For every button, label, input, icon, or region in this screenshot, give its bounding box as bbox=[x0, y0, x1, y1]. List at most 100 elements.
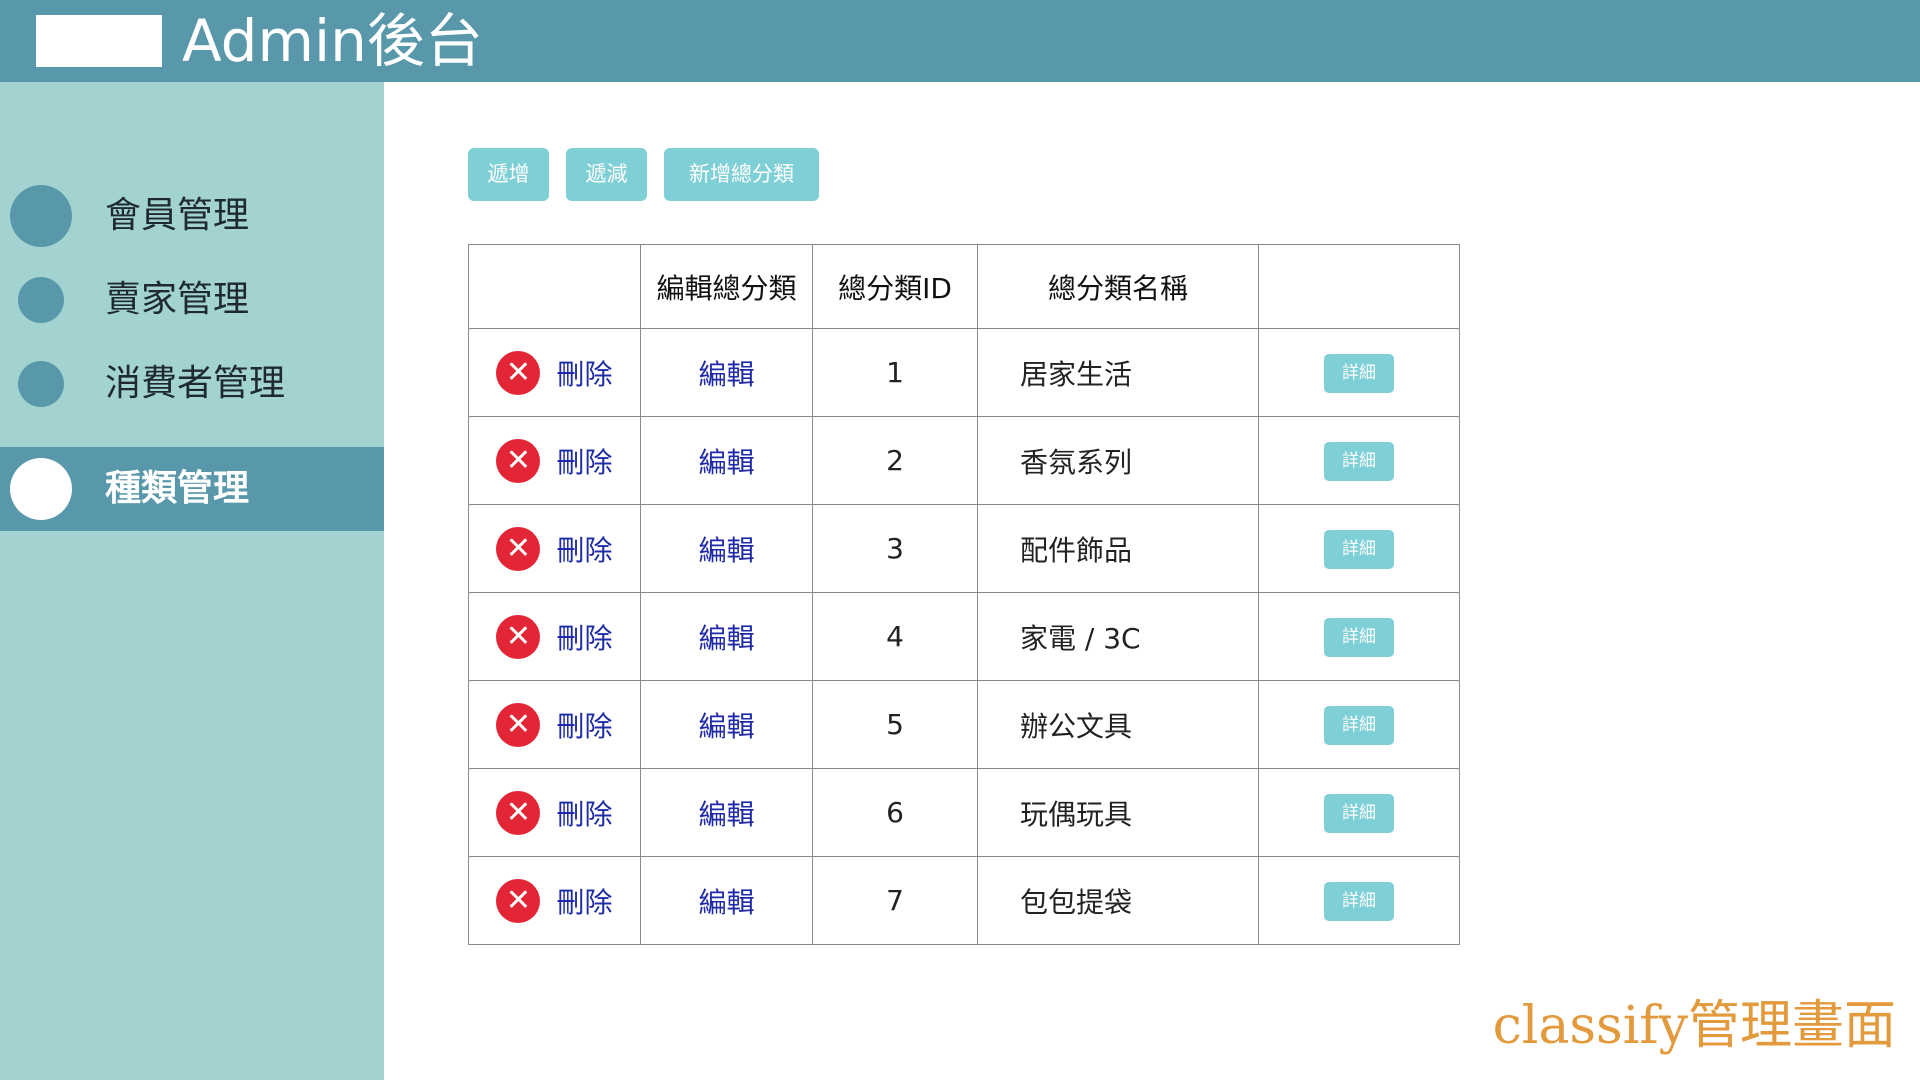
header-edit-category: 編輯總分類 bbox=[640, 244, 813, 329]
detail-button[interactable]: 詳細 bbox=[1324, 442, 1394, 481]
new-category-button[interactable]: 新增總分類 bbox=[664, 148, 819, 201]
sidebar-item-label: 消費者管理 bbox=[105, 363, 286, 404]
edit-link[interactable]: 編輯 bbox=[698, 622, 754, 655]
table-row: ✕ 刪除 編輯 2 香氛系列 詳細 bbox=[468, 416, 1460, 505]
close-circle-icon[interactable]: ✕ bbox=[496, 702, 541, 747]
edit-cell: 編輯 bbox=[640, 680, 813, 769]
detail-cell: 詳細 bbox=[1258, 416, 1460, 505]
table-row: ✕ 刪除 編輯 3 配件飾品 詳細 bbox=[468, 504, 1460, 593]
category-id: 2 bbox=[812, 416, 978, 505]
sidebar-item-members[interactable]: 會員管理 bbox=[0, 174, 384, 258]
detail-cell: 詳細 bbox=[1258, 328, 1460, 417]
category-name: 居家生活 bbox=[977, 328, 1259, 417]
detail-button[interactable]: 詳細 bbox=[1324, 530, 1394, 569]
category-name: 包包提袋 bbox=[977, 856, 1259, 945]
logo[interactable] bbox=[36, 15, 162, 67]
detail-cell: 詳細 bbox=[1258, 592, 1460, 681]
delete-action[interactable]: ✕ 刪除 bbox=[469, 878, 640, 923]
delete-cell: ✕ 刪除 bbox=[468, 416, 641, 505]
delete-link[interactable]: 刪除 bbox=[556, 529, 612, 569]
edit-cell: 編輯 bbox=[640, 504, 813, 593]
category-id: 1 bbox=[812, 328, 978, 417]
delete-link[interactable]: 刪除 bbox=[556, 441, 612, 481]
detail-cell: 詳細 bbox=[1258, 768, 1460, 857]
app-title: Admin後台 bbox=[182, 7, 483, 75]
delete-link[interactable]: 刪除 bbox=[556, 705, 612, 745]
edit-cell: 編輯 bbox=[640, 856, 813, 945]
delete-link[interactable]: 刪除 bbox=[556, 617, 612, 657]
category-id: 4 bbox=[812, 592, 978, 681]
table-row: ✕ 刪除 編輯 1 居家生活 詳細 bbox=[468, 328, 1460, 417]
circle-dot-icon bbox=[10, 185, 72, 247]
header-details bbox=[1258, 244, 1460, 329]
sidebar-item-label: 會員管理 bbox=[105, 195, 250, 236]
delete-action[interactable]: ✕ 刪除 bbox=[469, 790, 640, 835]
category-name: 香氛系列 bbox=[977, 416, 1259, 505]
delete-link[interactable]: 刪除 bbox=[556, 881, 612, 921]
page-caption: classify管理畫面 bbox=[1492, 996, 1896, 1056]
delete-action[interactable]: ✕ 刪除 bbox=[469, 614, 640, 659]
edit-link[interactable]: 編輯 bbox=[698, 446, 754, 479]
delete-cell: ✕ 刪除 bbox=[468, 856, 641, 945]
sidebar-item-label: 種類管理 bbox=[105, 468, 250, 509]
circle-dot-icon bbox=[10, 458, 72, 520]
delete-action[interactable]: ✕ 刪除 bbox=[469, 702, 640, 747]
table-row: ✕ 刪除 編輯 6 玩偶玩具 詳細 bbox=[468, 768, 1460, 857]
sidebar: 會員管理 賣家管理 消費者管理 種類管理 bbox=[0, 82, 384, 1080]
edit-link[interactable]: 編輯 bbox=[698, 798, 754, 831]
delete-cell: ✕ 刪除 bbox=[468, 592, 641, 681]
table-row: ✕ 刪除 編輯 7 包包提袋 詳細 bbox=[468, 856, 1460, 945]
edit-cell: 編輯 bbox=[640, 328, 813, 417]
sidebar-item-consumers[interactable]: 消費者管理 bbox=[0, 342, 384, 426]
close-circle-icon[interactable]: ✕ bbox=[496, 350, 541, 395]
edit-cell: 編輯 bbox=[640, 416, 813, 505]
circle-dot-icon bbox=[18, 277, 64, 323]
edit-cell: 編輯 bbox=[640, 768, 813, 857]
delete-cell: ✕ 刪除 bbox=[468, 328, 641, 417]
sidebar-item-sellers[interactable]: 賣家管理 bbox=[0, 258, 384, 342]
close-circle-icon[interactable]: ✕ bbox=[496, 438, 541, 483]
close-circle-icon[interactable]: ✕ bbox=[496, 526, 541, 571]
delete-cell: ✕ 刪除 bbox=[468, 504, 641, 593]
table-row: ✕ 刪除 編輯 5 辦公文具 詳細 bbox=[468, 680, 1460, 769]
sidebar-item-categories[interactable]: 種類管理 bbox=[0, 447, 384, 531]
header-category-name: 總分類名稱 bbox=[977, 244, 1259, 329]
sidebar-item-label: 賣家管理 bbox=[105, 279, 250, 320]
detail-cell: 詳細 bbox=[1258, 504, 1460, 593]
table-body: ✕ 刪除 編輯 1 居家生活 詳細 ✕ 刪除 編輯 2 香氛系列 詳細 ✕ 刪除 編輯 3 配件飾品 詳細 ✕ 刪除編… bbox=[468, 328, 1460, 945]
category-id: 5 bbox=[812, 680, 978, 769]
table-row: ✕ 刪除 編輯 4 家電 / 3C 詳細 bbox=[468, 592, 1460, 681]
top-header: Admin後台 bbox=[0, 0, 1920, 82]
category-id: 3 bbox=[812, 504, 978, 593]
table-header-row: 編輯總分類 總分類ID 總分類名稱 bbox=[468, 244, 1460, 329]
category-name: 辦公文具 bbox=[977, 680, 1259, 769]
close-circle-icon[interactable]: ✕ bbox=[496, 614, 541, 659]
remove-row-button[interactable]: 遞減 bbox=[566, 148, 647, 201]
edit-link[interactable]: 編輯 bbox=[698, 534, 754, 567]
close-circle-icon[interactable]: ✕ bbox=[496, 790, 541, 835]
delete-link[interactable]: 刪除 bbox=[556, 793, 612, 833]
edit-link[interactable]: 編輯 bbox=[698, 710, 754, 743]
edit-link[interactable]: 編輯 bbox=[698, 358, 754, 391]
detail-button[interactable]: 詳細 bbox=[1324, 882, 1394, 921]
detail-cell: 詳細 bbox=[1258, 856, 1460, 945]
delete-action[interactable]: ✕ 刪除 bbox=[469, 350, 640, 395]
category-name: 家電 / 3C bbox=[977, 592, 1259, 681]
detail-button[interactable]: 詳細 bbox=[1324, 706, 1394, 745]
detail-cell: 詳細 bbox=[1258, 680, 1460, 769]
detail-button[interactable]: 詳細 bbox=[1324, 354, 1394, 393]
detail-button[interactable]: 詳細 bbox=[1324, 794, 1394, 833]
add-row-button[interactable]: 遞增 bbox=[468, 148, 549, 201]
delete-link[interactable]: 刪除 bbox=[556, 353, 612, 393]
detail-button[interactable]: 詳細 bbox=[1324, 618, 1394, 657]
header-category-id: 總分類ID bbox=[812, 244, 978, 329]
category-name: 玩偶玩具 bbox=[977, 768, 1259, 857]
close-circle-icon[interactable]: ✕ bbox=[496, 878, 541, 923]
edit-link[interactable]: 編輯 bbox=[698, 886, 754, 919]
category-table: 編輯總分類 總分類ID 總分類名稱 ✕ 刪除 編輯 1 居家生活 詳細 ✕ 刪除 編輯 2 香氛系列… bbox=[468, 244, 1460, 945]
circle-dot-icon bbox=[18, 361, 64, 407]
category-id: 7 bbox=[812, 856, 978, 945]
delete-action[interactable]: ✕ 刪除 bbox=[469, 526, 640, 571]
category-name: 配件飾品 bbox=[977, 504, 1259, 593]
delete-action[interactable]: ✕ 刪除 bbox=[469, 438, 640, 483]
